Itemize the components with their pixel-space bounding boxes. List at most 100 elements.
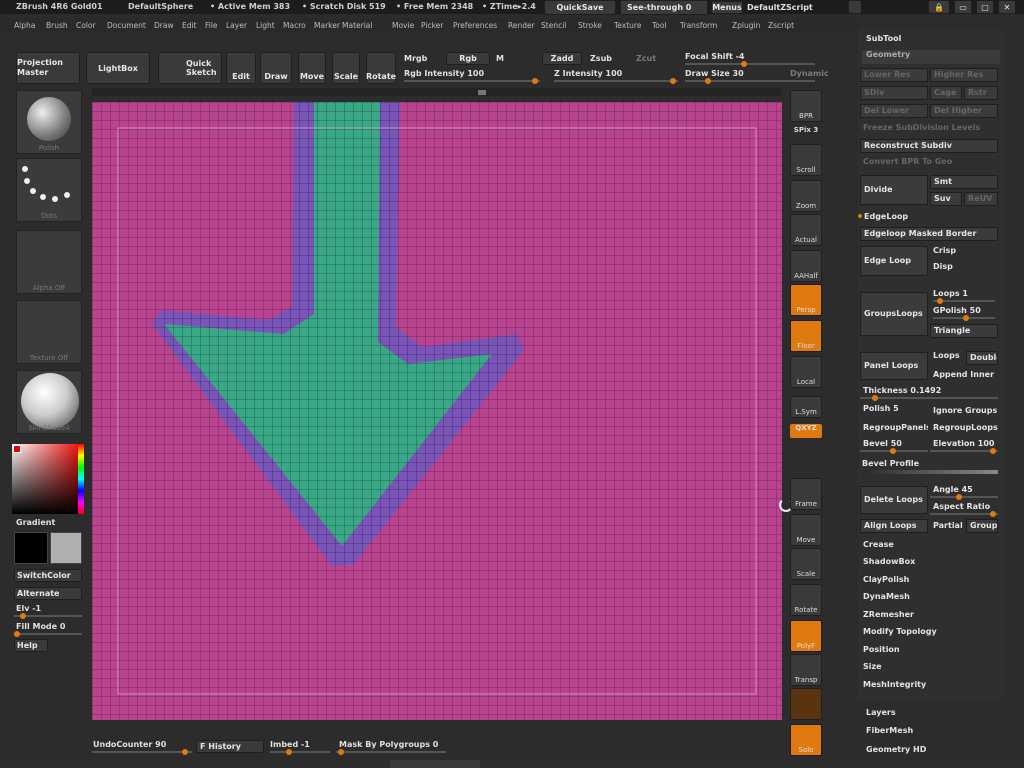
elv-slider[interactable]: Elv -1 <box>16 604 41 613</box>
modify-topology-section[interactable]: Modify Topology <box>863 627 937 636</box>
scale-button[interactable]: Scale <box>332 52 360 84</box>
secondary-color-swatch[interactable] <box>50 532 82 564</box>
tool-ghost-button[interactable] <box>790 688 822 720</box>
history-button[interactable]: F History <box>196 740 264 753</box>
imbed-slider[interactable]: Imbed -1 <box>270 740 310 749</box>
loops-1-track[interactable] <box>933 298 995 304</box>
menu-texture[interactable]: Texture <box>614 21 641 30</box>
tool-bpr-button[interactable]: BPR <box>790 90 822 122</box>
quick-sketch-button[interactable]: Quick Sketch <box>158 52 222 84</box>
claypolish-section[interactable]: ClayPolish <box>863 575 909 584</box>
draw-size-slider[interactable]: Draw Size 30 <box>685 69 744 78</box>
undo-counter[interactable]: UndoCounter 90 <box>93 740 166 749</box>
menu-document[interactable]: Document <box>107 21 146 30</box>
fibermesh-section[interactable]: FiberMesh <box>866 726 913 735</box>
tool-transp-button[interactable]: Transp <box>790 654 822 686</box>
gradient-label[interactable]: Gradient <box>16 518 55 527</box>
tool-polyf-button[interactable]: PolyF <box>790 620 822 652</box>
menu-stencil[interactable]: Stencil <box>541 21 566 30</box>
rotate-button[interactable]: Rotate <box>366 52 396 84</box>
position-section[interactable]: Position <box>863 645 900 654</box>
panel-loops-button[interactable]: Panel Loops <box>860 352 928 380</box>
tool-zoom-button[interactable]: Zoom <box>790 180 822 212</box>
tool-move-button[interactable]: Move <box>790 514 822 546</box>
lower-res-button[interactable]: Lower Res <box>860 68 928 82</box>
maximize-icon[interactable]: ▢ <box>976 0 994 14</box>
menu-light[interactable]: Light <box>256 21 275 30</box>
m-button[interactable]: M <box>496 54 504 63</box>
brush-slot[interactable]: Polish <box>16 90 82 154</box>
crisp-toggle[interactable]: Crisp <box>933 246 956 255</box>
fill-mode-track[interactable] <box>14 631 82 637</box>
tool-solo-button[interactable]: Solo <box>790 724 822 756</box>
menu-preferences[interactable]: Preferences <box>453 21 497 30</box>
edgeloop-masked-border-button[interactable]: Edgeloop Masked Border <box>860 227 998 241</box>
menu-marker[interactable]: Marker <box>314 21 340 30</box>
size-section[interactable]: Size <box>863 662 882 671</box>
del-higher-button[interactable]: Del Higher <box>930 104 998 118</box>
menu-picker[interactable]: Picker <box>421 21 443 30</box>
align-loops-button[interactable]: Align Loops <box>860 519 928 533</box>
bevel-slider[interactable]: Bevel 50 <box>863 439 902 448</box>
append-inner-button[interactable]: Append Inner <box>933 370 994 379</box>
shelf-grip-icon[interactable] <box>478 90 486 95</box>
tool-scale-button[interactable]: Scale <box>790 548 822 580</box>
subtool-header[interactable]: SubTool <box>866 34 901 43</box>
rgb-intensity-slider[interactable]: Rgb Intensity 100 <box>404 69 484 78</box>
close-icon[interactable]: ✕ <box>998 0 1016 14</box>
dynamic-button[interactable]: Dynamic <box>790 69 829 78</box>
del-lower-button[interactable]: Del Lower <box>860 104 928 118</box>
window-icon[interactable] <box>848 0 862 14</box>
loops-1-slider[interactable]: Loops 1 <box>933 289 968 298</box>
higher-res-button[interactable]: Higher Res <box>930 68 998 82</box>
smt-button[interactable]: Smt <box>930 175 998 189</box>
main-color-swatch[interactable] <box>14 532 48 564</box>
menu-layer[interactable]: Layer <box>226 21 247 30</box>
gpolish-slider[interactable]: GPolish 50 <box>933 306 981 315</box>
geometry-header[interactable]: Geometry <box>862 50 1000 64</box>
draw-size-track[interactable] <box>685 78 815 84</box>
bevel-track[interactable] <box>860 448 928 454</box>
menu-material[interactable]: Material <box>342 21 372 30</box>
edge-loop-button[interactable]: Edge Loop <box>860 246 928 276</box>
menu-color[interactable]: Color <box>76 21 96 30</box>
lock-icon[interactable]: 🔒 <box>928 0 950 14</box>
switchcolor-button[interactable]: SwitchColor <box>14 569 82 582</box>
menu-zplugin[interactable]: Zplugin <box>732 21 760 30</box>
suv-button[interactable]: Suv <box>930 192 962 206</box>
tool-local-button[interactable]: Local <box>790 356 822 388</box>
menus-button[interactable]: Menus <box>711 1 743 14</box>
see-through-slider[interactable]: See-through 0 <box>620 0 708 15</box>
default-zscript[interactable]: DefaultZScript <box>747 3 813 12</box>
tool-floor-button[interactable]: Floor <box>790 320 822 352</box>
texture-slot[interactable]: Texture Off <box>16 300 82 364</box>
partial-button[interactable]: Partial <box>933 521 963 530</box>
divide-button[interactable]: Divide <box>860 175 928 205</box>
tool-persp-button[interactable]: Persp <box>790 284 822 316</box>
tool-lsym-button[interactable]: L.Sym <box>790 396 822 418</box>
top-shelf-handle[interactable] <box>92 88 782 96</box>
material-slot[interactable]: SkinShade4 <box>16 370 82 434</box>
groupsloops-button[interactable]: GroupsLoops <box>860 292 928 336</box>
rgb-intensity-track[interactable] <box>404 78 540 84</box>
sdiv-slider[interactable]: SDiv <box>860 86 928 100</box>
hue-strip[interactable] <box>78 444 84 514</box>
crease-section[interactable]: Crease <box>863 540 894 549</box>
menu-alpha[interactable]: Alpha <box>14 21 35 30</box>
double-button[interactable]: Double <box>966 351 998 365</box>
convert-bpr-button[interactable]: Convert BPR To Geo <box>860 156 998 170</box>
alpha-slot[interactable]: Alpha Off <box>16 230 82 294</box>
draw-button[interactable]: Draw <box>260 52 292 84</box>
z-intensity-track[interactable] <box>554 78 678 84</box>
triangle-button[interactable]: Triangle <box>930 324 998 338</box>
aspect-ratio-slider[interactable]: Aspect Ratio <box>933 502 990 511</box>
focal-shift-slider[interactable]: Focal Shift -4 <box>685 52 744 61</box>
shadowbox-section[interactable]: ShadowBox <box>863 557 915 566</box>
elv-track[interactable] <box>14 613 82 619</box>
menu-macro[interactable]: Macro <box>283 21 306 30</box>
edgeloop-header[interactable]: EdgeLoop <box>864 212 908 221</box>
mask-polygroups-track[interactable] <box>336 749 446 755</box>
fill-mode-slider[interactable]: Fill Mode 0 <box>16 622 65 631</box>
polish-slider[interactable]: Polish 5 <box>863 404 899 413</box>
elevation-slider[interactable]: Elevation 100 <box>933 439 995 448</box>
